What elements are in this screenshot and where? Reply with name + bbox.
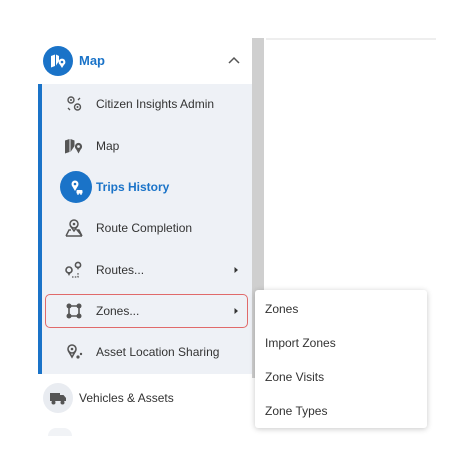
submenu-arrow-icon — [234, 308, 238, 314]
zones-icon — [63, 300, 85, 322]
sidebar-item-label: Map — [96, 139, 120, 153]
sidebar-section-label: Map — [79, 53, 105, 68]
menu-item-zones[interactable]: Zones — [265, 302, 298, 316]
truck-icon — [43, 383, 73, 413]
sidebar-item-label: Route Completion — [96, 221, 193, 235]
sidebar-item-label: Zones... — [96, 304, 140, 318]
submenu-arrow-icon — [234, 267, 238, 273]
chevron-up-icon[interactable] — [226, 53, 242, 69]
sidebar-item-label: Trips History — [96, 180, 170, 194]
sidebar-item-trips-history[interactable]: Trips History — [42, 167, 252, 207]
sidebar-item-map[interactable]: Map — [42, 126, 252, 166]
sidebar-item-label: Routes... — [96, 263, 145, 277]
map-icon — [63, 135, 85, 157]
sidebar-item-zones[interactable]: Zones... — [42, 291, 252, 331]
sidebar-section-label: Vehicles & Assets — [79, 391, 174, 405]
map-pin-icon — [43, 46, 73, 76]
content-top-border — [266, 38, 436, 40]
routes-icon — [63, 259, 85, 281]
route-completion-icon — [63, 217, 85, 239]
menu-item-zone-types[interactable]: Zone Types — [265, 404, 327, 418]
sidebar-section-vehicles-assets[interactable]: Vehicles & Assets — [38, 378, 252, 418]
sidebar-item-routes[interactable]: Routes... — [42, 250, 252, 290]
insights-icon — [63, 93, 85, 115]
sidebar-item-citizen-insights-admin[interactable]: Citizen Insights Admin — [42, 84, 252, 124]
sidebar-item-asset-location-sharing[interactable]: Asset Location Sharing — [42, 332, 252, 372]
sidebar-item-route-completion[interactable]: Route Completion — [42, 208, 252, 248]
trips-history-icon — [60, 171, 92, 203]
next-section-icon-partial — [48, 428, 72, 436]
zones-submenu: Zones Import Zones Zone Visits Zone Type… — [255, 290, 427, 428]
menu-item-import-zones[interactable]: Import Zones — [265, 336, 336, 350]
sidebar-item-label: Citizen Insights Admin — [96, 97, 215, 111]
menu-item-zone-visits[interactable]: Zone Visits — [265, 370, 324, 384]
sidebar-item-label: Asset Location Sharing — [96, 345, 220, 359]
sidebar-section-map[interactable]: Map — [38, 38, 252, 84]
asset-location-icon — [63, 341, 85, 363]
